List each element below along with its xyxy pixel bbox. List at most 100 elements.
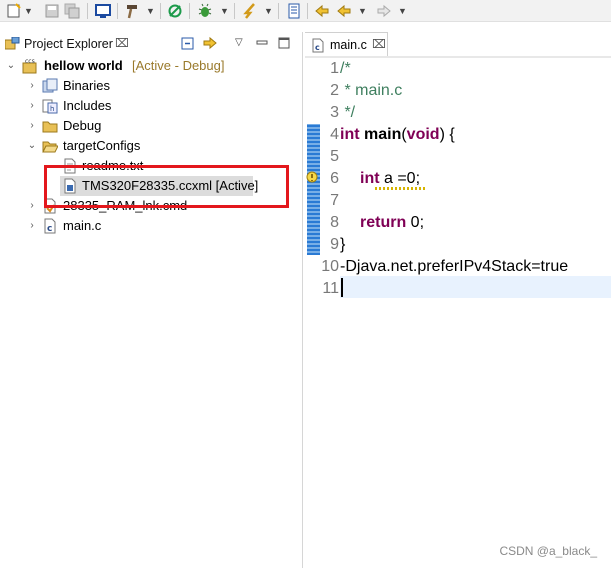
- back-icon[interactable]: [336, 3, 352, 19]
- line-number: 6: [330, 170, 339, 187]
- toolbar-separator: [278, 3, 279, 19]
- debug-link-icon[interactable]: [167, 3, 183, 19]
- close-icon[interactable]: ⌧: [115, 36, 129, 50]
- tree-item-label: Binaries: [63, 78, 110, 93]
- chevron-down-icon[interactable]: ▼: [220, 3, 229, 19]
- toolbar-separator: [189, 3, 190, 19]
- tab-project-explorer[interactable]: Project Explorer ⌧: [0, 32, 133, 56]
- flash-icon[interactable]: [242, 3, 258, 19]
- svg-text:c: c: [315, 43, 320, 52]
- folder-icon: [42, 121, 58, 133]
- tree-item-label: targetConfigs: [63, 138, 141, 153]
- project-explorer-view: Project Explorer ⌧ ▽ ⌄ ccs hellow world …: [0, 32, 303, 568]
- line-number: 5: [330, 148, 339, 165]
- project-name: hellow world: [44, 58, 123, 73]
- chevron-down-icon[interactable]: ⌄: [26, 136, 38, 156]
- code-line-2[interactable]: * main.c: [340, 80, 402, 102]
- link-with-editor-icon[interactable]: [202, 36, 220, 52]
- code-line-3[interactable]: */: [340, 102, 355, 124]
- chevron-down-icon[interactable]: ▼: [358, 3, 367, 19]
- line-number: 2: [330, 82, 339, 99]
- tree-item-project[interactable]: ⌄ ccs hellow world [Active - Debug]: [0, 56, 303, 76]
- line-number: 11: [322, 280, 339, 297]
- debug-bug-icon[interactable]: [197, 3, 213, 19]
- chevron-down-icon[interactable]: ▼: [264, 3, 273, 19]
- tab-main-c[interactable]: c main.c ⌧: [305, 32, 388, 56]
- toolbar-separator: [234, 3, 235, 19]
- includes-icon: h: [42, 99, 58, 114]
- folder-open-icon: [42, 141, 58, 153]
- tab-underline: [305, 56, 611, 58]
- editor-view: c main.c ⌧ 1 2 3 4 5 6 7 8 9 10 11 /* * …: [305, 32, 611, 568]
- code-text: a =0;: [379, 170, 421, 187]
- open-perspective-icon[interactable]: [286, 3, 302, 19]
- current-line-highlight: [340, 276, 611, 298]
- chevron-down-icon[interactable]: ▼: [398, 3, 407, 19]
- tree-item-binaries[interactable]: › Binaries: [0, 76, 303, 96]
- chevron-right-icon[interactable]: ›: [26, 96, 38, 116]
- code-line-4[interactable]: int main(void) {: [340, 124, 455, 146]
- svg-text:ccs: ccs: [25, 58, 35, 65]
- tree-item-includes[interactable]: › h Includes: [0, 96, 303, 116]
- toolbar-separator: [160, 3, 161, 19]
- chevron-right-icon[interactable]: ›: [26, 216, 38, 236]
- code-line-1[interactable]: /*: [340, 58, 351, 80]
- chevron-right-icon[interactable]: ›: [26, 116, 38, 136]
- code-line-10[interactable]: -Djava.net.preferIPv4Stack=true: [340, 256, 568, 278]
- chevron-right-icon[interactable]: ›: [26, 196, 38, 216]
- line-number: 4: [330, 126, 339, 143]
- warning-squiggle: [375, 187, 427, 190]
- chevron-down-icon[interactable]: ⌄: [5, 56, 17, 76]
- build-hammer-icon[interactable]: [124, 3, 140, 19]
- tree-item-debug[interactable]: › Debug: [0, 116, 303, 136]
- binaries-icon: [42, 78, 58, 93]
- tree-item-label: Includes: [63, 98, 112, 113]
- forward-icon[interactable]: [376, 3, 392, 19]
- chevron-down-icon[interactable]: ▼: [24, 3, 33, 19]
- toolbar-separator: [307, 3, 308, 19]
- tree-item-main-c[interactable]: › c main.c: [0, 216, 303, 236]
- keyword: return: [360, 214, 407, 231]
- project-status: [Active - Debug]: [132, 58, 225, 73]
- svg-text:h: h: [50, 105, 54, 113]
- tab-title: Project Explorer: [24, 37, 113, 51]
- toolbar-separator: [87, 3, 88, 19]
- code-line-9[interactable]: }: [340, 234, 345, 256]
- tree-item-label: main.c: [63, 218, 102, 233]
- code-line-8[interactable]: return 0;: [360, 212, 424, 234]
- red-annotation-box: [44, 165, 289, 208]
- keyword: int: [360, 170, 380, 187]
- minimize-icon[interactable]: [255, 36, 269, 50]
- chevron-down-icon[interactable]: ▼: [146, 3, 155, 19]
- save-all-icon[interactable]: [64, 3, 80, 19]
- c-file-icon: c: [44, 218, 56, 234]
- line-number: 10: [321, 258, 339, 275]
- code-text: 0;: [406, 214, 425, 231]
- tree-item-targetconfigs[interactable]: ⌄ targetConfigs: [0, 136, 303, 156]
- line-number: 3: [330, 104, 339, 121]
- keyword: int: [340, 126, 360, 143]
- view-menu-icon[interactable]: ▽: [235, 37, 243, 48]
- line-number: 8: [330, 214, 339, 231]
- ccs-project-icon: ccs: [22, 58, 37, 74]
- new-icon[interactable]: [6, 3, 22, 19]
- project-explorer-icon: [5, 37, 20, 50]
- save-icon[interactable]: [44, 3, 60, 19]
- tree-item-label: Debug: [63, 118, 102, 133]
- collapse-all-icon[interactable]: [180, 36, 196, 52]
- text-caret: [341, 278, 343, 297]
- main-toolbar: ▼ ▼ ▼ ▼ ▼ ▼: [0, 0, 611, 22]
- line-number: 7: [330, 192, 339, 209]
- c-file-icon: c: [312, 38, 324, 53]
- maximize-icon[interactable]: [277, 36, 291, 50]
- function-name: main: [359, 126, 402, 143]
- terminal-icon[interactable]: [95, 3, 111, 19]
- paren: ) {: [439, 126, 455, 143]
- last-edit-icon[interactable]: [314, 3, 330, 19]
- close-icon[interactable]: ⌧: [372, 37, 386, 51]
- svg-text:c: c: [47, 224, 52, 234]
- watermark: CSDN @a_black_: [499, 544, 597, 558]
- chevron-right-icon[interactable]: ›: [26, 76, 38, 96]
- keyword: void: [406, 126, 440, 143]
- toolbar-separator: [117, 3, 118, 19]
